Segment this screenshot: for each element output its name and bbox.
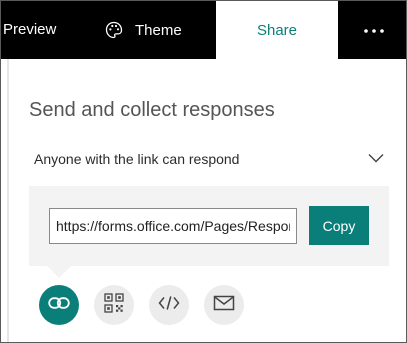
tab-share[interactable]: Share [216,1,338,59]
more-options-button[interactable] [349,1,399,59]
share-pane: Preview Theme Share Send and collect res… [0,0,407,343]
tab-theme[interactable]: Theme [105,1,213,59]
access-dropdown[interactable]: Anyone with the link can respond [34,147,384,171]
qr-code-icon [104,292,124,318]
share-link-input[interactable] [49,208,297,244]
link-panel-pointer [47,266,71,278]
share-via-link-button[interactable] [39,285,79,325]
left-divider [7,59,9,342]
access-dropdown-label: Anyone with the link can respond [34,151,240,167]
embed-code-icon [158,295,180,316]
mail-icon [213,295,235,316]
share-heading: Send and collect responses [29,99,275,121]
tab-preview-label: Preview [3,21,57,38]
share-embed-button[interactable] [149,285,189,325]
top-toolbar: Preview Theme Share [1,1,406,59]
chevron-down-icon [368,150,384,168]
share-via-email-button[interactable] [204,285,244,325]
tab-preview[interactable]: Preview [1,1,97,59]
tab-theme-label: Theme [135,21,182,39]
tab-share-label: Share [256,21,298,39]
palette-icon [105,21,123,39]
more-icon [363,21,385,39]
copy-button[interactable]: Copy [309,206,369,245]
share-via-qr-button[interactable] [94,285,134,325]
link-icon [48,296,70,315]
